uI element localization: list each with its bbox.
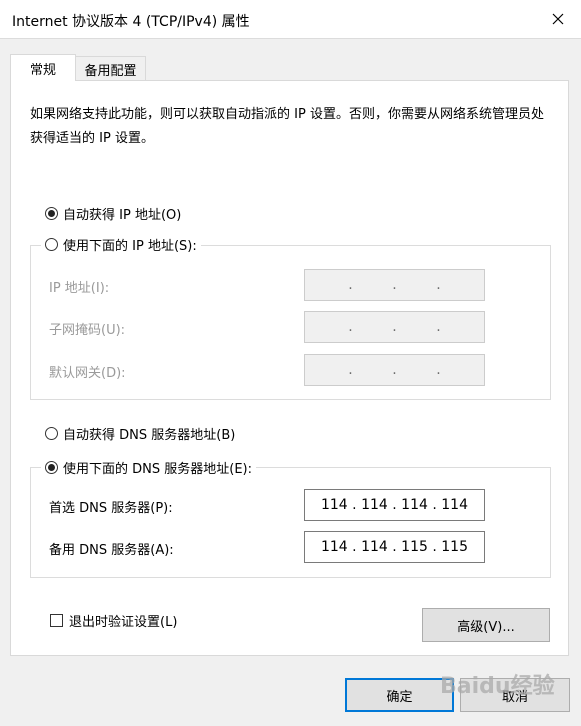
preferred-dns-label: 首选 DNS 服务器(P):	[49, 501, 173, 516]
ok-button[interactable]: 确定	[345, 678, 454, 712]
advanced-button[interactable]: 高级(V)...	[422, 608, 550, 642]
radio-auto-dns[interactable]: 自动获得 DNS 服务器地址(B)	[45, 424, 235, 443]
validate-settings-label: 退出时验证设置(L)	[69, 615, 178, 630]
preferred-dns-octet-1: 114	[320, 497, 348, 513]
radio-manual-dns-indicator[interactable]	[45, 461, 58, 474]
cancel-button[interactable]: 取消	[460, 678, 570, 712]
radio-auto-ip-indicator[interactable]	[45, 207, 58, 220]
radio-manual-ip-indicator[interactable]	[45, 238, 58, 251]
close-button[interactable]	[535, 0, 581, 38]
validate-settings-checkbox[interactable]: 退出时验证设置(L)	[50, 611, 177, 630]
description-text: 如果网络支持此功能，则可以获取自动指派的 IP 设置。否则，你需要从网络系统管理…	[30, 107, 544, 146]
tab-general[interactable]: 常规	[10, 54, 76, 81]
preferred-dns-octet-2: 114	[361, 497, 388, 513]
ip-address-label: IP 地址(I):	[49, 281, 110, 296]
alternate-dns-octet-4: 115	[441, 539, 468, 555]
alternate-dns-label: 备用 DNS 服务器(A):	[49, 543, 174, 558]
alternate-dns-octet-1: 114	[320, 539, 348, 555]
radio-auto-ip[interactable]: 自动获得 IP 地址(O)	[45, 204, 181, 223]
default-gateway-label: 默认网关(D):	[49, 366, 126, 381]
alternate-dns-octet-2: 114	[361, 539, 388, 555]
title-bar: Internet 协议版本 4 (TCP/IPv4) 属性	[0, 0, 581, 39]
radio-auto-dns-indicator[interactable]	[45, 427, 58, 440]
radio-auto-dns-label: 自动获得 DNS 服务器地址(B)	[63, 428, 236, 443]
preferred-dns-input[interactable]: 114 . 114 . 114 . 114	[304, 489, 485, 521]
close-icon	[552, 13, 564, 25]
radio-auto-ip-label: 自动获得 IP 地址(O)	[63, 208, 182, 223]
radio-manual-dns[interactable]: 使用下面的 DNS 服务器地址(E):	[41, 458, 256, 477]
alternate-dns-octet-3: 115	[401, 539, 428, 555]
subnet-mask-input: ...	[304, 311, 485, 343]
preferred-dns-octet-4: 114	[441, 497, 468, 513]
subnet-mask-label: 子网掩码(U):	[49, 323, 126, 338]
window-title: Internet 协议版本 4 (TCP/IPv4) 属性	[12, 14, 250, 30]
default-gateway-input: ...	[304, 354, 485, 386]
radio-manual-dns-label: 使用下面的 DNS 服务器地址(E):	[63, 462, 252, 477]
radio-manual-ip-label: 使用下面的 IP 地址(S):	[63, 239, 197, 254]
validate-settings-checkbox-box[interactable]	[50, 614, 63, 627]
radio-manual-ip[interactable]: 使用下面的 IP 地址(S):	[41, 235, 201, 254]
preferred-dns-octet-3: 114	[401, 497, 428, 513]
alternate-dns-input[interactable]: 114 . 114 . 115 . 115	[304, 531, 485, 563]
tab-alternate-configuration[interactable]: 备用配置	[76, 56, 146, 81]
ip-address-input: ...	[304, 269, 485, 301]
